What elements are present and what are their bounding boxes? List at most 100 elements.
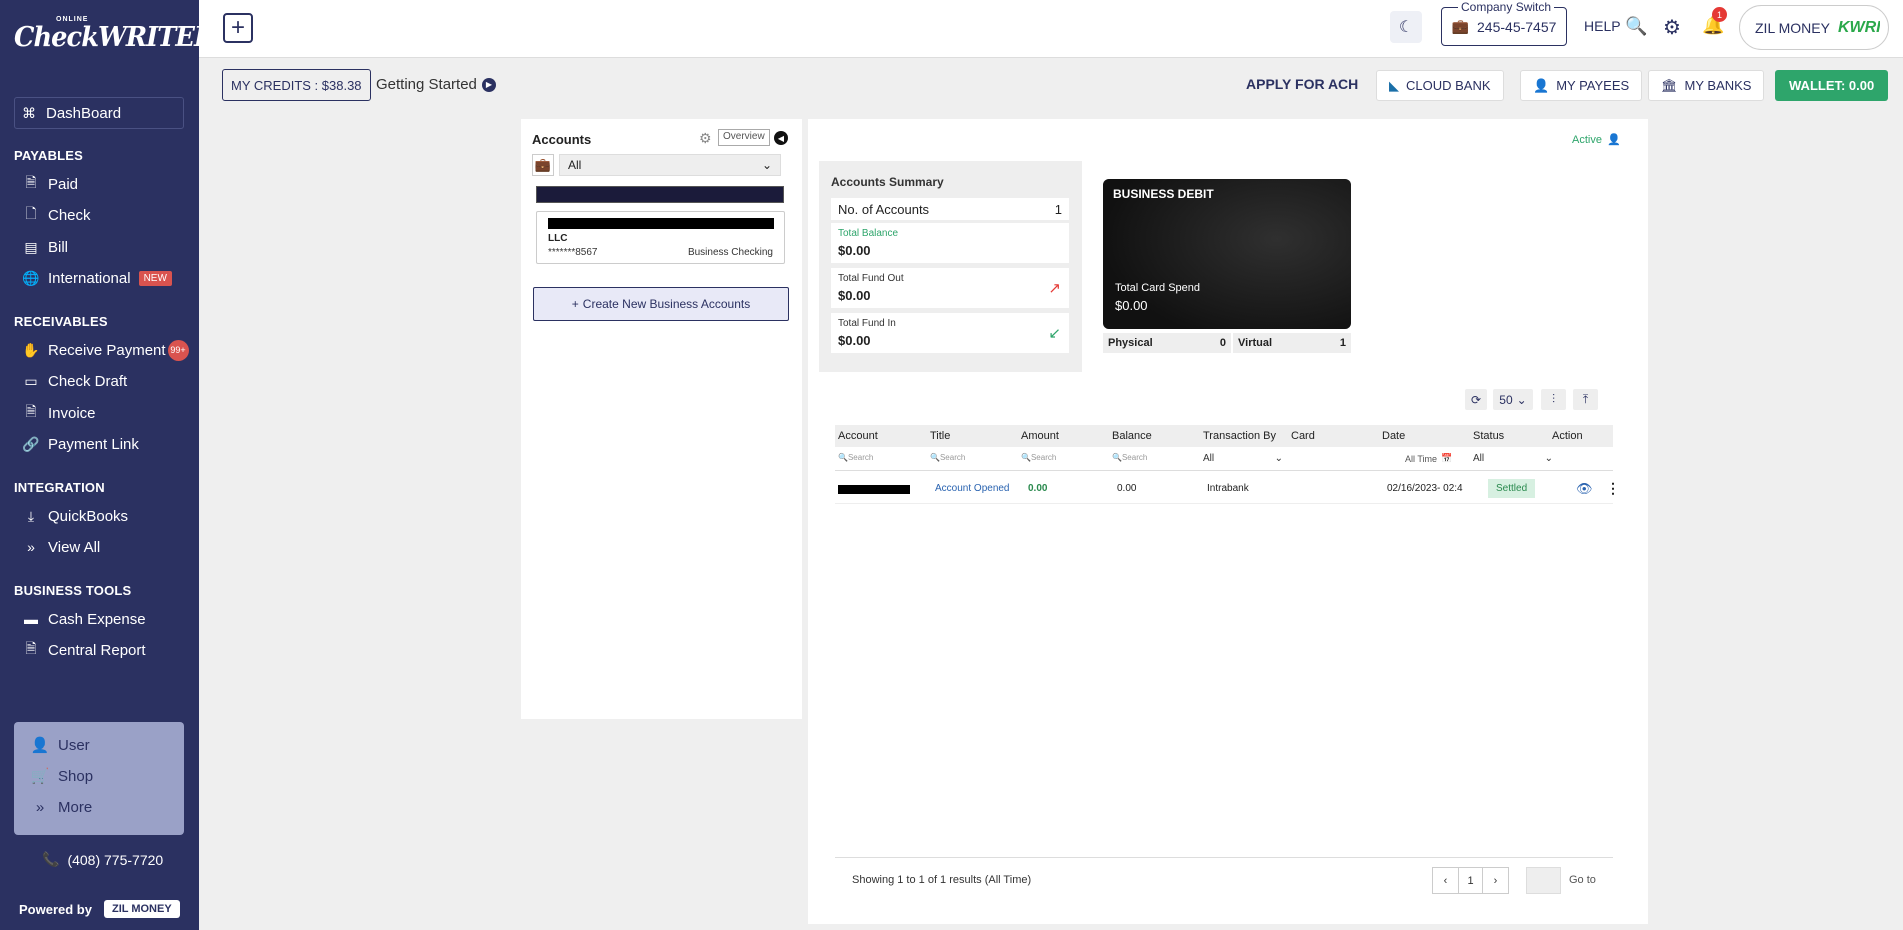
zil-money-logo[interactable]: ZIL MONEY [103,900,180,918]
wallet-button[interactable]: WALLET: 0.00 [1775,70,1889,101]
refresh-button[interactable]: ⟳ [1465,389,1487,410]
status-active[interactable]: Active 👤 [1572,133,1621,147]
account-search-input[interactable]: 🔍 Search [838,453,873,462]
col-card[interactable]: Card [1291,430,1315,442]
table-row[interactable]: Account Opened 0.00 0.00 Intrabank 02/16… [835,474,1620,504]
sidebar-item-receive-payment[interactable]: ✋ Receive Payment 99+ [20,339,189,361]
balance-search-input[interactable]: 🔍 Search [1112,453,1147,462]
business-debit-card[interactable]: BUSINESS DEBIT Total Card Spend $0.00 [1103,179,1351,329]
my-credits-button[interactable]: MY CREDITS : $38.38 [222,69,371,101]
bell-icon[interactable]: 🔔 1 [1702,7,1727,36]
title-search-input[interactable]: 🔍 Search [930,453,965,462]
document-icon: 🗎 [25,174,37,190]
status-label: Active [1572,133,1602,146]
col-date[interactable]: Date [1382,430,1405,442]
more-vertical-icon[interactable]: ⋮ [1606,480,1620,497]
sidebar-item-check-draft[interactable]: ▭ Check Draft [20,370,127,392]
sidebar-item-label: Invoice [48,404,96,422]
results-summary: Showing 1 to 1 of 1 results (All Time) [852,874,1032,886]
sidebar-item-user[interactable]: 👤 User [31,736,90,755]
help-link[interactable]: HELP [1584,18,1621,34]
row-date: 02/16/2023- 02:4 [1387,483,1463,494]
page-size-select[interactable]: 50 ⌄ [1493,389,1533,410]
sidebar-item-check[interactable]: 🗋 Check [20,204,90,226]
physical-cards-stat: Physical 0 [1103,333,1231,353]
search-icon: 🔍 [838,453,848,462]
link-icon: 🔗 [22,435,40,452]
sidebar-item-payment-link[interactable]: 🔗 Payment Link [20,433,139,455]
my-banks-button[interactable]: 🏛 MY BANKS [1648,70,1765,101]
my-payees-button[interactable]: 👤 MY PAYEES [1520,70,1643,101]
sidebar-item-shop[interactable]: 🛒 Shop [31,767,93,786]
prev-page-button[interactable]: ‹ [1432,867,1459,894]
sidebar-item-quickbooks[interactable]: ⤓ QuickBooks [20,505,128,527]
goto-page-input[interactable] [1526,867,1561,894]
briefcase-icon: 💼 [1451,18,1470,34]
date-filter[interactable]: All Time 📅 [1405,453,1452,464]
amount-search-input[interactable]: 🔍 Search [1021,453,1056,462]
account-card[interactable]: LLC *******8567 Business Checking [536,211,785,264]
dark-mode-toggle[interactable]: ☾ [1390,11,1422,43]
zil-money-switch[interactable]: ZIL MONEY KWRITER [1739,5,1889,50]
status-filter[interactable]: All ⌄ [1473,453,1553,464]
col-transaction-by[interactable]: Transaction By [1203,430,1276,442]
gear-icon[interactable]: ⚙ [1663,15,1681,40]
total-fund-out-value: $0.00 [838,288,871,303]
create-account-button[interactable]: + Create New Business Accounts [533,287,789,321]
support-phone[interactable]: 📞 (408) 775-7720 [42,851,163,868]
col-status[interactable]: Status [1473,430,1504,442]
chevron-down-icon: ⌄ [1516,392,1527,407]
chevron-left-icon[interactable]: ◀ [774,131,788,145]
total-fund-out-box: Total Fund Out $0.00 ↗ [831,268,1069,308]
company-switch[interactable]: Company Switch 💼 245-45-7457 [1441,0,1567,46]
arrow-down-left-icon: ↙ [1048,325,1061,342]
col-balance[interactable]: Balance [1112,430,1152,442]
sidebar-item-cash-expense[interactable]: ▬ Cash Expense [20,608,146,630]
cloud-bank-icon: ◣ [1389,77,1399,93]
cloud-bank-button[interactable]: ◣ CLOUD BANK [1376,70,1504,101]
add-button[interactable]: + [223,13,253,43]
moon-icon: ☾ [1398,19,1414,36]
col-account[interactable]: Account [838,430,878,442]
search-icon[interactable]: 🔍 [1625,16,1647,37]
sidebar-item-bill[interactable]: ▤ Bill [20,236,68,258]
status-badge: Settled [1488,479,1536,498]
sidebar-item-international[interactable]: 🌐 International NEW [20,267,172,289]
col-amount[interactable]: Amount [1021,430,1059,442]
account-type: Business Checking [687,247,773,258]
search-placeholder: Search [1030,453,1057,462]
row-title[interactable]: Account Opened [935,483,1010,494]
overview-button[interactable]: Overview [718,129,770,146]
invoice-icon: 🗎 [25,403,37,419]
chevron-down-icon: ⌄ [761,158,772,172]
goto-button[interactable]: Go to [1569,874,1596,886]
checkwriter-logo[interactable]: ONLINE CheckWRITER [14,16,199,72]
report-icon: 🗎 [25,640,37,656]
sidebar-item-invoice[interactable]: 🗎 Invoice [20,402,96,424]
sidebar-item-paid[interactable]: 🗎 Paid [20,173,78,195]
chevron-right-icon: › [1493,874,1498,887]
eye-icon[interactable]: 👁 [1576,481,1593,497]
sidebar-item-more[interactable]: » More [32,799,92,816]
sidebar-item-central-report[interactable]: 🗎 Central Report [20,639,145,661]
briefcase-icon[interactable]: 💼 [532,154,554,176]
column-settings-button[interactable]: ⫶ [1541,389,1566,410]
sidebar-item-dashboard[interactable]: ⌘ DashBoard [14,97,184,129]
account-filter-select[interactable]: All ⌄ [559,154,781,176]
transaction-by-filter[interactable]: All ⌄ [1203,453,1283,464]
sidebar-item-label: DashBoard [46,104,122,122]
col-title[interactable]: Title [930,430,950,442]
filter-value: All [1473,453,1485,464]
sidebar-item-view-all[interactable]: » View All [20,536,100,558]
apply-ach-link[interactable]: APPLY FOR ACH [1246,76,1358,92]
next-page-button[interactable]: › [1482,867,1509,894]
table-footer-divider [835,857,1613,858]
export-button[interactable]: ⤒ [1573,389,1598,410]
redacted-account-name[interactable] [536,186,784,203]
getting-started-link[interactable]: Getting Started ▶ [376,76,496,93]
gear-icon[interactable]: ⚙ [699,130,712,147]
page-number[interactable]: 1 [1458,867,1483,894]
double-chevron-right-icon: » [35,799,45,816]
arrow-up-right-icon: ↗ [1048,280,1061,297]
date-filter-value: All Time [1405,453,1438,464]
